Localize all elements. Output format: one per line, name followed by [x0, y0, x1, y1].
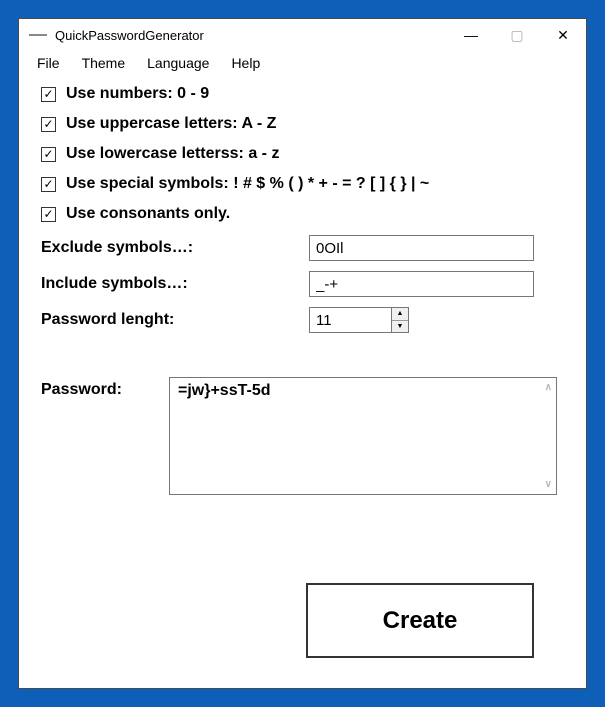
length-row: Password lenght: ▲ ▼	[41, 307, 564, 333]
checkbox-consonants[interactable]: ✓	[41, 207, 56, 222]
exclude-row: Exclude symbols…:	[41, 235, 564, 261]
checkbox-lowercase[interactable]: ✓	[41, 147, 56, 162]
length-input[interactable]	[309, 307, 391, 333]
label-special: Use special symbols: ! # $ % ( ) * + - =…	[66, 175, 429, 193]
menubar: File Theme Language Help	[19, 51, 586, 81]
menu-file[interactable]: File	[37, 55, 60, 71]
option-numbers: ✓ Use numbers: 0 - 9	[41, 85, 564, 103]
spinner-up-button[interactable]: ▲	[392, 308, 408, 321]
include-row: Include symbols…:	[41, 271, 564, 297]
menu-language[interactable]: Language	[147, 55, 209, 71]
spinner-down-button[interactable]: ▼	[392, 321, 408, 333]
app-icon	[29, 34, 47, 36]
option-special: ✓ Use special symbols: ! # $ % ( ) * + -…	[41, 175, 564, 193]
option-uppercase: ✓ Use uppercase letters: A - Z	[41, 115, 564, 133]
label-numbers: Use numbers: 0 - 9	[66, 85, 209, 103]
label-lowercase: Use lowercase letterss: a - z	[66, 145, 279, 163]
include-input[interactable]	[309, 271, 534, 297]
scroll-down-icon: ∨	[545, 479, 552, 490]
checkbox-special[interactable]: ✓	[41, 177, 56, 192]
checkbox-uppercase[interactable]: ✓	[41, 117, 56, 132]
spinner-buttons: ▲ ▼	[391, 307, 409, 333]
label-uppercase: Use uppercase letters: A - Z	[66, 115, 276, 133]
window-title: QuickPasswordGenerator	[55, 28, 448, 43]
exclude-label: Exclude symbols…:	[41, 239, 309, 257]
option-lowercase: ✓ Use lowercase letterss: a - z	[41, 145, 564, 163]
length-spinner: ▲ ▼	[309, 307, 409, 333]
close-button[interactable]: ✕	[540, 19, 586, 51]
include-label: Include symbols…:	[41, 275, 309, 293]
menu-theme[interactable]: Theme	[82, 55, 126, 71]
exclude-input[interactable]	[309, 235, 534, 261]
password-label: Password:	[41, 377, 169, 399]
password-row: Password: =jw}+ssT-5d ∧ ∨	[41, 377, 564, 495]
scroll-up-icon: ∧	[545, 382, 552, 393]
label-consonants: Use consonants only.	[66, 205, 230, 223]
minimize-button[interactable]: —	[448, 19, 494, 51]
password-value: =jw}+ssT-5d	[178, 382, 271, 399]
create-button[interactable]: Create	[306, 583, 534, 658]
titlebar[interactable]: QuickPasswordGenerator — ▢ ✕	[19, 19, 586, 51]
content-area: ✓ Use numbers: 0 - 9 ✓ Use uppercase let…	[19, 81, 586, 495]
application-window: QuickPasswordGenerator — ▢ ✕ File Theme …	[18, 18, 587, 689]
password-output[interactable]: =jw}+ssT-5d ∧ ∨	[169, 377, 557, 495]
maximize-button[interactable]: ▢	[494, 19, 540, 51]
checkbox-numbers[interactable]: ✓	[41, 87, 56, 102]
length-label: Password lenght:	[41, 311, 309, 329]
option-consonants: ✓ Use consonants only.	[41, 205, 564, 223]
menu-help[interactable]: Help	[231, 55, 260, 71]
